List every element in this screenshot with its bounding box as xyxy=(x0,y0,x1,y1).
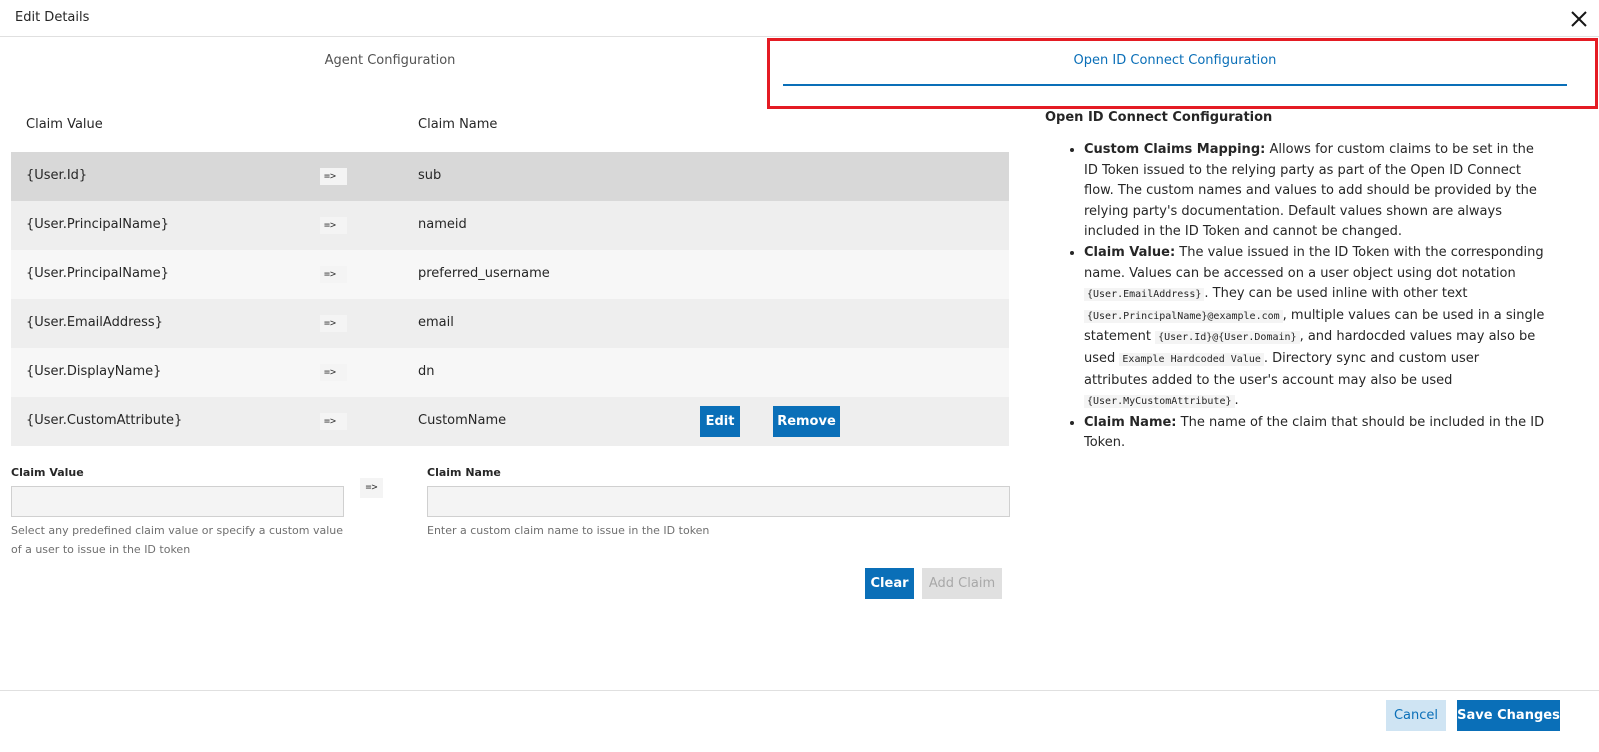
mapping-arrow: => xyxy=(320,266,347,283)
table-row: {User.Id} => sub xyxy=(11,152,1009,201)
table-row: {User.PrincipalName} => nameid xyxy=(11,201,1009,250)
claim-name-cell: sub xyxy=(418,168,442,183)
claim-value-help: Select any predefined claim value or spe… xyxy=(11,524,344,556)
info-text: . xyxy=(1234,393,1239,409)
claim-value-cell: {User.PrincipalName} xyxy=(26,266,169,281)
footer-divider xyxy=(0,690,1599,691)
table-row: {User.DisplayName} => dn xyxy=(11,348,1009,397)
mapping-arrow: => xyxy=(320,413,347,430)
info-term: Claim Value: xyxy=(1084,244,1176,260)
claim-name-cell: nameid xyxy=(418,217,467,232)
clear-button[interactable]: Clear xyxy=(865,568,914,599)
mapping-arrow: => xyxy=(320,315,347,332)
claim-name-cell: preferred_username xyxy=(418,266,550,281)
claim-name-help: Enter a custom claim name to issue in th… xyxy=(427,524,710,537)
list-item: Claim Value: The value issued in the ID … xyxy=(1084,243,1545,413)
claim-value-label: Claim Value xyxy=(11,466,84,479)
code-snippet: {User.MyCustomAttribute} xyxy=(1084,395,1235,409)
mapping-arrow: => xyxy=(320,217,347,234)
claim-value-cell: {User.CustomAttribute} xyxy=(26,413,183,428)
claim-value-cell: {User.Id} xyxy=(26,168,88,183)
edit-button[interactable]: Edit xyxy=(700,406,740,437)
code-snippet: {User.EmailAddress} xyxy=(1084,288,1205,302)
claim-name-cell: email xyxy=(418,315,454,330)
code-snippet: {User.Id}@{User.Domain} xyxy=(1155,331,1300,345)
claim-value-cell: {User.PrincipalName} xyxy=(26,217,169,232)
info-title: Open ID Connect Configuration xyxy=(1045,110,1273,125)
code-snippet: {User.PrincipalName}@example.com xyxy=(1084,309,1283,323)
claim-value-header: Claim Value xyxy=(26,117,103,132)
cancel-button[interactable]: Cancel xyxy=(1386,700,1446,731)
claim-value-cell: {User.DisplayName} xyxy=(26,364,162,379)
info-term: Claim Name: xyxy=(1084,414,1177,430)
claim-name-cell: dn xyxy=(418,364,435,379)
dialog-header: Edit Details xyxy=(0,0,1599,37)
info-term: Custom Claims Mapping: xyxy=(1084,142,1266,157)
table-row: {User.PrincipalName} => preferred_userna… xyxy=(11,250,1009,299)
claim-name-label: Claim Name xyxy=(427,466,501,479)
table-row: {User.EmailAddress} => email xyxy=(11,299,1009,348)
claim-name-input[interactable] xyxy=(427,486,1010,517)
tab-agent-configuration[interactable]: Agent Configuration xyxy=(0,40,780,86)
close-icon[interactable] xyxy=(1568,8,1590,30)
claim-value-cell: {User.EmailAddress} xyxy=(26,315,163,330)
info-text: . They can be used inline with other tex… xyxy=(1204,286,1468,302)
claim-name-cell: CustomName xyxy=(418,413,507,428)
claim-name-header: Claim Name xyxy=(418,117,498,132)
dialog-title: Edit Details xyxy=(15,10,90,25)
table-row: {User.CustomAttribute} => CustomName Edi… xyxy=(11,397,1009,446)
remove-button[interactable]: Remove xyxy=(773,406,840,437)
add-claim-button[interactable]: Add Claim xyxy=(922,568,1002,599)
mapping-arrow: => xyxy=(320,168,347,185)
tab-open-id-connect-configuration[interactable]: Open ID Connect Configuration xyxy=(783,40,1567,86)
claim-value-input[interactable] xyxy=(11,486,344,517)
list-item: Custom Claims Mapping: Allows for custom… xyxy=(1084,140,1545,243)
mapping-arrow: => xyxy=(320,364,347,381)
code-snippet: Example Hardcoded Value xyxy=(1119,352,1264,366)
save-changes-button[interactable]: Save Changes xyxy=(1457,700,1560,731)
info-panel: Open ID Connect Configuration Custom Cla… xyxy=(1045,110,1545,454)
list-item: Claim Name: The name of the claim that s… xyxy=(1084,413,1545,454)
mapping-arrow: => xyxy=(360,478,383,498)
